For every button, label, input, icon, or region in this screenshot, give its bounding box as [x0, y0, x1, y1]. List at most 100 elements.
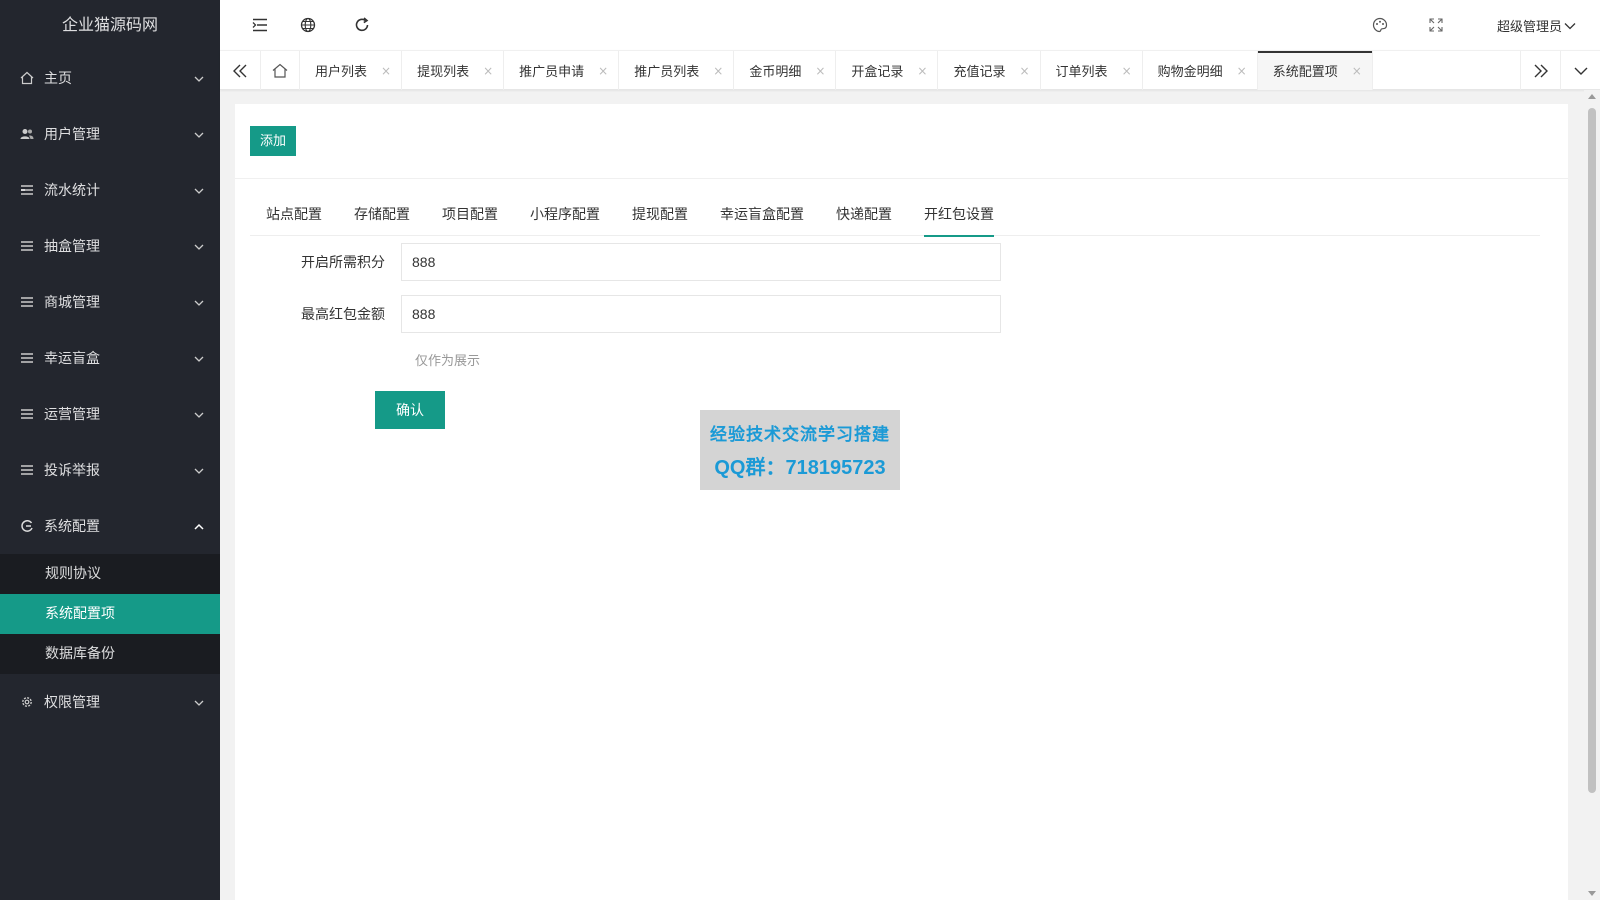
tab-list: 用户列表 × 提现列表 × 推广员申请 × 推广员列表 × 金币明细 × 开盒记录 × 充值… — [300, 51, 1373, 90]
home-icon — [20, 71, 34, 85]
sidebar-item-flow-stats[interactable]: 流水统计 — [0, 162, 220, 218]
chevron-down-icon — [194, 352, 204, 362]
tab-label: 充值记录 — [953, 65, 1006, 80]
sidebar-subitem-config-items[interactable]: 系统配置项 — [0, 594, 220, 634]
chevron-down-icon — [194, 72, 204, 82]
list-icon — [20, 407, 34, 421]
tab-project-config[interactable]: 项目配置 — [426, 194, 514, 236]
close-icon[interactable]: × — [713, 64, 723, 78]
list-icon — [20, 351, 34, 365]
watermark-line1: 经验技术交流学习搭建 — [710, 425, 890, 445]
system-config-submenu: 规则协议 系统配置项 数据库备份 — [0, 554, 220, 674]
sidebar-subitem-rules[interactable]: 规则协议 — [0, 554, 220, 594]
tab-system-config-items[interactable]: 系统配置项 × — [1257, 51, 1373, 90]
scroll-down-arrow-icon[interactable] — [1588, 891, 1596, 896]
form-row-required-points: 开启所需积分 — [235, 243, 1001, 281]
tab-express-config[interactable]: 快递配置 — [820, 194, 908, 236]
sidebar-item-box-draw[interactable]: 抽盒管理 — [0, 218, 220, 274]
scroll-up-arrow-icon[interactable] — [1588, 94, 1596, 99]
refresh-icon[interactable] — [352, 15, 372, 35]
tab-withdraw-config[interactable]: 提现配置 — [616, 194, 704, 236]
tab-withdraw-list[interactable]: 提现列表 × — [402, 51, 505, 90]
sidebar-subitem-label: 规则协议 — [45, 566, 101, 582]
list-icon — [20, 295, 34, 309]
close-icon[interactable]: × — [815, 64, 825, 78]
config-tabs: 站点配置 存储配置 项目配置 小程序配置 提现配置 幸运盲盒配置 快递配置 开红… — [250, 194, 1540, 237]
tab-order-list[interactable]: 订单列表 × — [1041, 51, 1143, 90]
display-only-hint: 仅作为展示 — [415, 354, 481, 369]
tab-promoter-apply[interactable]: 推广员申请 × — [504, 51, 620, 90]
max-red-packet-label: 最高红包金额 — [301, 307, 385, 323]
tab-label: 提现列表 — [417, 65, 470, 80]
top-header: 超级管理员 — [220, 0, 1600, 50]
tab-label: 推广员申请 — [519, 65, 585, 80]
globe-icon[interactable] — [298, 15, 318, 35]
close-icon[interactable]: × — [381, 64, 391, 78]
close-icon[interactable]: × — [1122, 64, 1132, 78]
tab-storage-config[interactable]: 存储配置 — [338, 194, 426, 236]
divider — [235, 178, 1568, 179]
tab-label: 系统配置项 — [1272, 65, 1338, 80]
sidebar-item-users[interactable]: 用户管理 — [0, 106, 220, 162]
fullscreen-icon[interactable] — [1426, 15, 1446, 35]
gear-icon — [20, 695, 34, 709]
tab-miniprogram-config[interactable]: 小程序配置 — [514, 194, 616, 236]
chevron-down-icon — [1564, 21, 1576, 31]
tabs-scroll-right-icon[interactable] — [1520, 51, 1560, 90]
tab-label: 金币明细 — [749, 65, 802, 80]
close-icon[interactable]: × — [1352, 64, 1362, 78]
chevron-up-icon — [194, 520, 204, 530]
tab-label: 用户列表 — [315, 65, 368, 80]
watermark-line2: QQ群：718195723 — [714, 457, 886, 479]
sidebar: 企业猫源码网 主页 用户管理 流水统计 抽盒管理 商城管理 幸运盲盒 运营管理 … — [0, 0, 220, 900]
sidebar-item-home[interactable]: 主页 — [0, 50, 220, 106]
tabs-scroll-left-icon[interactable] — [220, 51, 260, 90]
sidebar-item-complaints[interactable]: 投诉举报 — [0, 442, 220, 498]
sidebar-item-system-config[interactable]: 系统配置 — [0, 498, 220, 554]
tab-site-config[interactable]: 站点配置 — [250, 194, 338, 236]
sidebar-item-permissions[interactable]: 权限管理 — [0, 674, 220, 730]
menu-collapse-icon[interactable] — [250, 15, 270, 35]
users-icon — [20, 127, 34, 141]
scrollbar-thumb[interactable] — [1588, 108, 1596, 793]
confirm-button[interactable]: 确认 — [375, 391, 445, 429]
page-scrollbar[interactable] — [1584, 90, 1600, 900]
settings-cycle-icon — [20, 519, 34, 533]
tab-red-packet-settings[interactable]: 开红包设置 — [908, 194, 1010, 237]
tab-home-icon[interactable] — [260, 51, 300, 90]
sidebar-item-lucky-box[interactable]: 幸运盲盒 — [0, 330, 220, 386]
close-icon[interactable]: × — [483, 64, 493, 78]
tabs-dropdown-icon[interactable] — [1560, 51, 1600, 90]
add-button[interactable]: 添加 — [250, 126, 297, 156]
sidebar-item-operations[interactable]: 运营管理 — [0, 386, 220, 442]
chevron-down-icon — [194, 128, 204, 138]
required-points-label: 开启所需积分 — [301, 255, 385, 271]
tab-recharge-records[interactable]: 充值记录 × — [938, 51, 1041, 90]
tab-coin-detail[interactable]: 金币明细 × — [734, 51, 837, 90]
theme-palette-icon[interactable] — [1370, 15, 1390, 35]
tab-box-open-records[interactable]: 开盒记录 × — [836, 51, 939, 90]
admin-user-menu[interactable]: 超级管理员 — [1497, 16, 1576, 35]
tab-shopping-gold-detail[interactable]: 购物金明细 × — [1143, 51, 1258, 90]
tab-lucky-box-config[interactable]: 幸运盲盒配置 — [704, 194, 820, 236]
chevron-down-icon — [194, 240, 204, 250]
chevron-down-icon — [194, 184, 204, 194]
list-icon — [20, 463, 34, 477]
sidebar-subitem-db-backup[interactable]: 数据库备份 — [0, 634, 220, 674]
list-icon — [20, 183, 34, 197]
tab-user-list[interactable]: 用户列表 × — [300, 51, 403, 90]
sidebar-item-mall[interactable]: 商城管理 — [0, 274, 220, 330]
max-red-packet-input[interactable] — [401, 295, 1001, 333]
close-icon[interactable]: × — [917, 64, 927, 78]
chevron-down-icon — [194, 296, 204, 306]
close-icon[interactable]: × — [1237, 64, 1247, 78]
admin-name: 超级管理员 — [1496, 20, 1562, 35]
close-icon[interactable]: × — [598, 64, 608, 78]
main-content-card: 添加 站点配置 存储配置 项目配置 小程序配置 提现配置 幸运盲盒配置 快递配置… — [235, 104, 1568, 900]
tab-label: 开盒记录 — [851, 65, 904, 80]
page-tabs-bar: 用户列表 × 提现列表 × 推广员申请 × 推广员列表 × 金币明细 × 开盒记录 × 充值… — [220, 50, 1600, 90]
close-icon[interactable]: × — [1019, 64, 1029, 78]
watermark-banner: 经验技术交流学习搭建 QQ群：718195723 — [700, 410, 900, 490]
tab-promoter-list[interactable]: 推广员列表 × — [619, 51, 735, 90]
required-points-input[interactable] — [401, 243, 1001, 281]
